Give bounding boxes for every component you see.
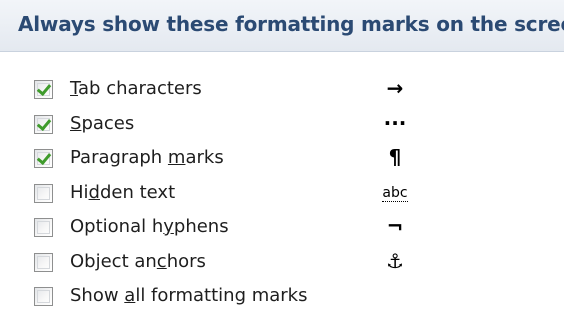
- object-anchors-label[interactable]: Object anchors: [70, 251, 206, 272]
- option-spaces[interactable]: Spaces ···: [0, 111, 564, 146]
- formatting-marks-list: Tab characters → Spaces ··· Paragraph ma…: [0, 76, 564, 318]
- anchor-icon: ⚓: [386, 248, 404, 273]
- spaces-label[interactable]: Spaces: [70, 113, 134, 134]
- pilcrow-icon: ¶: [388, 145, 402, 169]
- tab-arrow-icon: →: [386, 76, 404, 100]
- object-anchors-checkbox[interactable]: [34, 252, 53, 272]
- paragraph-marks-checkbox[interactable]: [34, 149, 53, 168]
- show-all-formatting-marks-label[interactable]: Show all formatting marks: [70, 285, 308, 306]
- show-all-formatting-marks-checkbox[interactable]: [34, 287, 53, 306]
- option-show-all-formatting-marks[interactable]: Show all formatting marks: [0, 283, 564, 318]
- option-tab-characters[interactable]: Tab characters →: [0, 76, 564, 111]
- tab-characters-checkbox[interactable]: [34, 80, 53, 99]
- optional-hyphens-checkbox[interactable]: [34, 218, 53, 237]
- space-dots-icon: ···: [383, 110, 407, 135]
- tab-characters-label[interactable]: Tab characters: [70, 78, 202, 99]
- option-paragraph-marks[interactable]: Paragraph marks ¶: [0, 145, 564, 180]
- option-optional-hyphens[interactable]: Optional hyphens ¬: [0, 214, 564, 249]
- spaces-checkbox[interactable]: [34, 114, 53, 134]
- section-title: Always show these formatting marks on th…: [18, 12, 564, 36]
- optional-hyphens-label[interactable]: Optional hyphens: [70, 216, 229, 237]
- option-object-anchors[interactable]: Object anchors ⚓: [0, 249, 564, 284]
- hidden-text-label[interactable]: Hidden text: [70, 182, 175, 203]
- option-hidden-text[interactable]: Hidden text abc: [0, 180, 564, 215]
- paragraph-marks-label[interactable]: Paragraph marks: [70, 147, 224, 168]
- hidden-text-checkbox[interactable]: [34, 183, 53, 203]
- hidden-text-icon: abc: [382, 184, 408, 202]
- optional-hyphen-icon: ¬: [386, 214, 404, 238]
- section-header: Always show these formatting marks on th…: [0, 0, 564, 52]
